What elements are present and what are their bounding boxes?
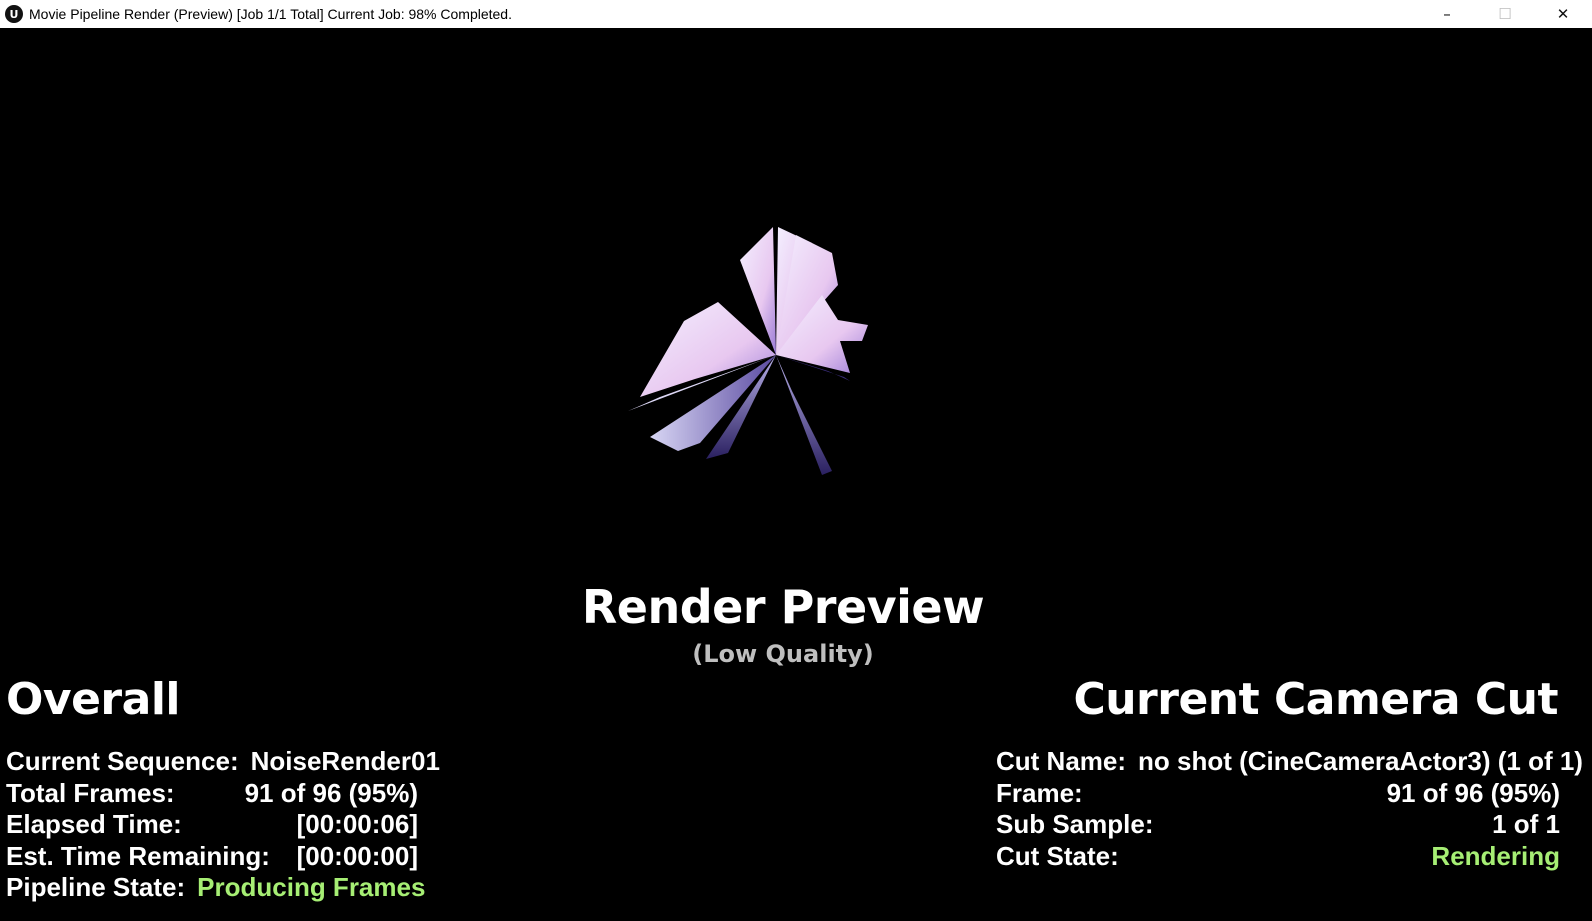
cut-state-row: Cut State: Rendering [996, 841, 1560, 873]
stat-label: Frame: [996, 777, 1083, 808]
stat-value: 91 of 96 (95%) [1386, 777, 1560, 808]
preview-shape-shards [628, 227, 868, 475]
overall-heading: Overall [6, 674, 180, 725]
stat-value: [00:00:06] [296, 809, 418, 840]
pipeline-state-row: Pipeline State: Producing Frames [6, 872, 425, 904]
stat-value: NoiseRender01 [250, 746, 440, 776]
frame-row: Frame: 91 of 96 (95%) [996, 778, 1560, 810]
current-sequence-row: Current Sequence: NoiseRender01 [6, 746, 440, 778]
overall-stats-panel: Current Sequence: NoiseRender01 Total Fr… [6, 746, 440, 904]
elapsed-time-row: Elapsed Time: [00:00:06] [6, 809, 418, 841]
render-preview-image [628, 227, 868, 475]
stat-label: Sub Sample: [996, 809, 1154, 840]
unreal-logo-icon: U [5, 5, 23, 23]
close-button[interactable]: ✕ [1534, 0, 1592, 28]
minimize-button[interactable]: – [1418, 0, 1476, 28]
stat-value: [00:00:00] [296, 840, 418, 871]
stat-label: Pipeline State: [6, 872, 186, 903]
window-controls: – ☐ ✕ [1418, 0, 1592, 28]
sub-sample-row: Sub Sample: 1 of 1 [996, 809, 1560, 841]
minimize-icon: – [1443, 5, 1451, 23]
stat-label: Elapsed Time: [6, 809, 182, 840]
stat-value: no shot (CineCameraActor3) (1 of 1) [1138, 746, 1583, 776]
maximize-icon: ☐ [1498, 5, 1512, 23]
render-preview-title: Render Preview [581, 580, 985, 634]
window-title: Movie Pipeline Render (Preview) [Job 1/1… [29, 6, 512, 22]
close-icon: ✕ [1556, 5, 1570, 23]
cut-state-value: Rendering [1431, 840, 1560, 871]
camera-cut-stats-panel: Cut Name: no shot (CineCameraActor3) (1 … [996, 746, 1583, 873]
pipeline-state-value: Producing Frames [197, 872, 426, 903]
render-preview-window: U Movie Pipeline Render (Preview) [Job 1… [0, 0, 1592, 921]
stat-value: 1 of 1 [1492, 809, 1560, 840]
time-remaining-row: Est. Time Remaining: [00:00:00] [6, 841, 418, 873]
stat-label: Cut Name: [996, 746, 1127, 776]
total-frames-row: Total Frames: 91 of 96 (95%) [6, 778, 418, 810]
stat-label: Est. Time Remaining: [6, 840, 270, 871]
stat-label: Current Sequence: [6, 746, 239, 776]
render-preview-subtitle: (Low Quality) [692, 640, 874, 668]
cut-name-row: Cut Name: no shot (CineCameraActor3) (1 … [996, 746, 1583, 778]
camera-cut-heading: Current Camera Cut [1073, 674, 1558, 725]
stat-label: Cut State: [996, 840, 1119, 871]
maximize-button[interactable]: ☐ [1476, 0, 1534, 28]
stat-label: Total Frames: [6, 777, 175, 808]
stat-value: 91 of 96 (95%) [244, 777, 418, 808]
title-bar[interactable]: U Movie Pipeline Render (Preview) [Job 1… [0, 0, 1592, 28]
